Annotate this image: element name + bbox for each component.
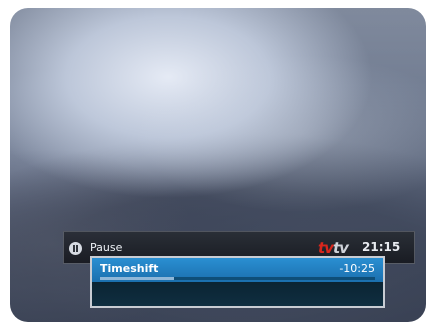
timeshift-panel: Timeshift -10:25 bbox=[90, 256, 385, 308]
timeshift-panel-body bbox=[92, 282, 383, 306]
time-remaining: -10:25 bbox=[339, 262, 375, 275]
timeshift-progress-fill bbox=[100, 277, 175, 280]
tv-screen: Pause tvtv 21:15 Timeshift -10:25 bbox=[10, 8, 426, 322]
timeshift-title: Timeshift bbox=[100, 262, 159, 275]
timeshift-progress-bar[interactable] bbox=[100, 277, 375, 280]
playback-state-label: Pause bbox=[90, 241, 123, 254]
brand-logo-part2: tv bbox=[332, 239, 349, 257]
brand-logo: tvtv bbox=[318, 239, 349, 257]
brand-logo-part1: tv bbox=[318, 239, 334, 257]
timeshift-header: Timeshift -10:25 bbox=[92, 258, 383, 282]
clock: 21:15 bbox=[362, 240, 401, 254]
pause-icon bbox=[69, 242, 82, 255]
